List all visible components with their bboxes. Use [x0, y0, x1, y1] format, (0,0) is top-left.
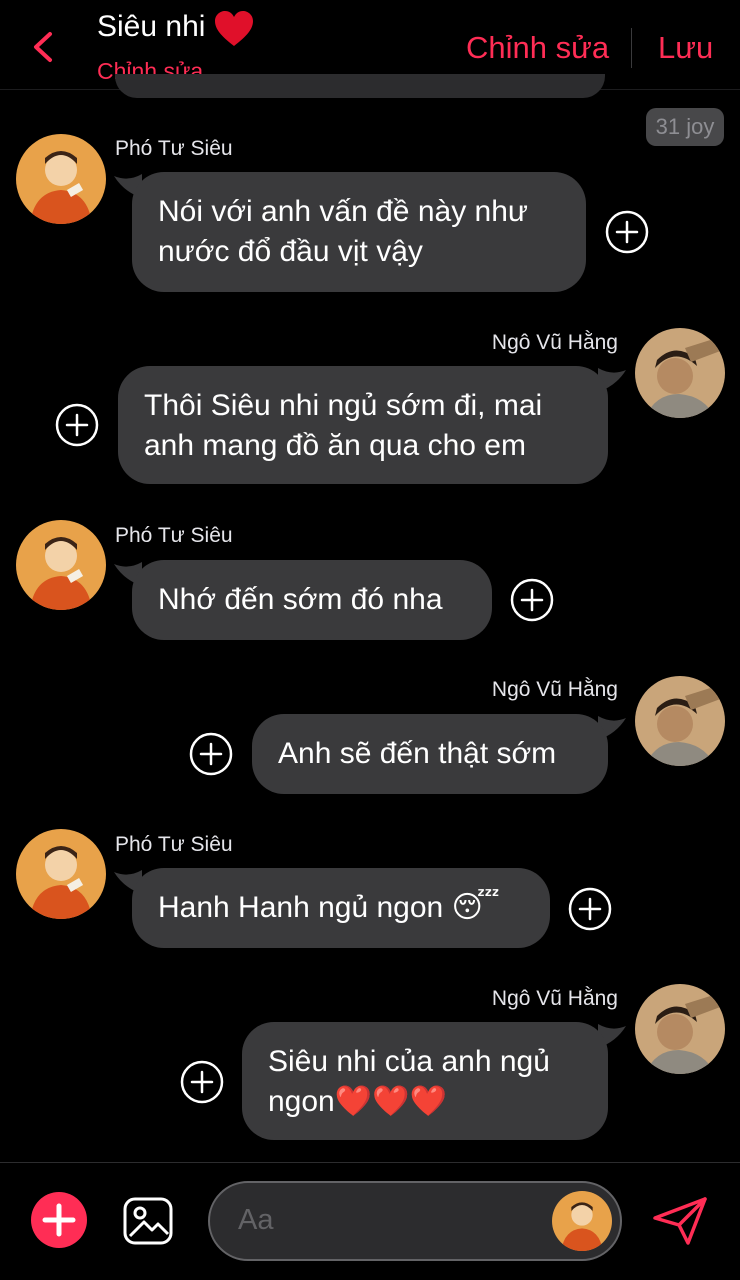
message-input-placeholder: Aa — [238, 1204, 274, 1236]
sender-name: Phó Tư Siêu — [115, 524, 233, 547]
sticker-avatar-button[interactable] — [552, 1191, 612, 1251]
message-bubble[interactable]: Siêu nhi của anh ngủ ngon❤️❤️❤️ — [242, 1022, 608, 1140]
plus-circle-icon[interactable] — [510, 578, 554, 622]
message-bubble[interactable]: Nhớ đến sớm đó nha — [132, 560, 492, 640]
message-line: nước đổ đầu vịt vậy — [158, 235, 423, 268]
message-bubble[interactable]: Hanh Hanh ngủ ngon 😴 — [132, 868, 550, 948]
message-bubble[interactable]: Anh sẽ đến thật sớm — [252, 714, 608, 794]
back-chevron-icon[interactable] — [28, 30, 60, 64]
sender-name: Ngô Vũ Hằng — [491, 678, 618, 701]
avatar[interactable] — [635, 328, 725, 418]
send-icon[interactable] — [652, 1196, 708, 1246]
plus-circle-icon[interactable] — [55, 403, 99, 447]
message-line: anh mang đồ ăn qua cho em — [144, 429, 526, 462]
chat-title: Siêu nhi — [97, 10, 206, 43]
avatar[interactable] — [635, 984, 725, 1074]
image-icon[interactable] — [122, 1196, 174, 1246]
message-bubble[interactable]: Nói với anh vấn đề này như nước đổ đầu v… — [132, 172, 586, 292]
header-divider — [631, 28, 632, 68]
avatar[interactable] — [16, 520, 106, 610]
avatar[interactable] — [16, 829, 106, 919]
message-line: Anh sẽ đến thật sớm — [278, 737, 557, 770]
previous-message-bubble — [115, 74, 605, 98]
plus-circle-icon[interactable] — [605, 210, 649, 254]
sender-name: Phó Tư Siêu — [115, 137, 233, 160]
plus-icon — [42, 1203, 76, 1237]
sender-name: Ngô Vũ Hằng — [491, 331, 618, 354]
message-line: Siêu nhi của anh ngủ — [268, 1045, 550, 1078]
time-badge: 31 joy — [646, 108, 724, 146]
avatar[interactable] — [16, 134, 106, 224]
sender-name: Ngô Vũ Hằng — [491, 987, 618, 1010]
sender-name: Phó Tư Siêu — [115, 833, 233, 856]
plus-circle-icon[interactable] — [189, 732, 233, 776]
message-line: Nói với anh vấn đề này như — [158, 195, 528, 228]
message-line: Thôi Siêu nhi ngủ sớm đi, mai — [144, 389, 543, 422]
message-line: Nhớ đến sớm đó nha — [158, 583, 443, 616]
plus-circle-icon[interactable] — [568, 887, 612, 931]
edit-button[interactable]: Chỉnh sửa — [466, 30, 609, 66]
message-line: Hanh Hanh ngủ ngon 😴 — [158, 891, 500, 924]
message-line: ngon❤️❤️❤️ — [268, 1085, 447, 1118]
heart-icon — [215, 11, 253, 46]
save-button[interactable]: Lưu — [658, 30, 713, 66]
message-bubble[interactable]: Thôi Siêu nhi ngủ sớm đi, mai anh mang đ… — [118, 366, 608, 484]
add-button[interactable] — [31, 1192, 87, 1248]
plus-circle-icon[interactable] — [180, 1060, 224, 1104]
avatar[interactable] — [635, 676, 725, 766]
